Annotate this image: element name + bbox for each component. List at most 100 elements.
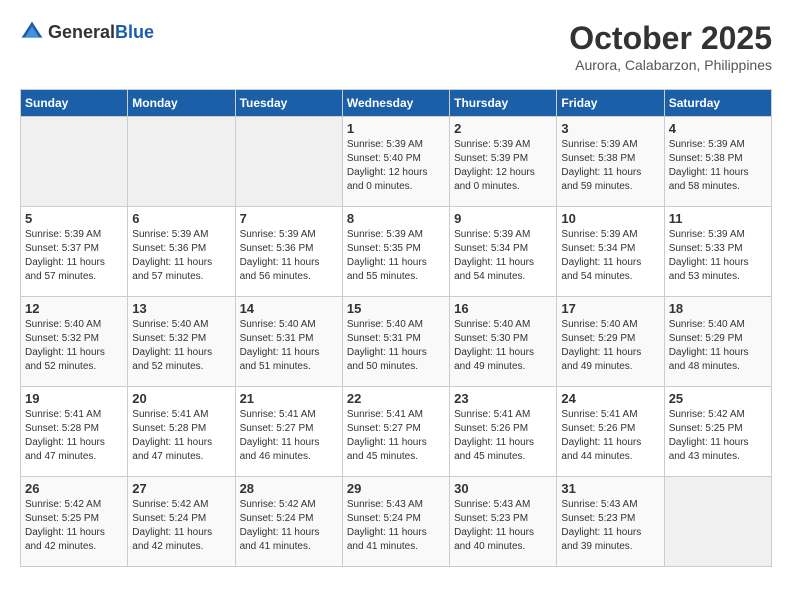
- day-info: Sunrise: 5:42 AMSunset: 5:25 PMDaylight:…: [25, 499, 105, 552]
- day-cell: 7Sunrise: 5:39 AMSunset: 5:36 PMDaylight…: [235, 207, 342, 297]
- day-info: Sunrise: 5:41 AMSunset: 5:27 PMDaylight:…: [347, 409, 427, 462]
- day-info: Sunrise: 5:42 AMSunset: 5:24 PMDaylight:…: [132, 499, 212, 552]
- day-info: Sunrise: 5:40 AMSunset: 5:31 PMDaylight:…: [240, 319, 320, 372]
- day-number: 22: [347, 391, 445, 406]
- day-info: Sunrise: 5:40 AMSunset: 5:31 PMDaylight:…: [347, 319, 427, 372]
- day-number: 16: [454, 301, 552, 316]
- day-number: 8: [347, 211, 445, 226]
- day-number: 19: [25, 391, 123, 406]
- day-info: Sunrise: 5:40 AMSunset: 5:30 PMDaylight:…: [454, 319, 534, 372]
- day-cell: 19 Sunrise: 5:41 AMSunset: 5:28 PMDayligh…: [21, 387, 128, 477]
- day-info: Sunrise: 5:42 AMSunset: 5:24 PMDaylight:…: [240, 499, 320, 552]
- day-info: Sunrise: 5:39 AMSunset: 5:36 PMDaylight:…: [132, 229, 212, 282]
- day-number: 13: [132, 301, 230, 316]
- logo-icon: [20, 20, 44, 44]
- day-number: 9: [454, 211, 552, 226]
- header-friday: Friday: [557, 90, 664, 117]
- day-cell: 21 Sunrise: 5:41 AMSunset: 5:27 PMDayligh…: [235, 387, 342, 477]
- day-info: Sunrise: 5:41 AMSunset: 5:27 PMDaylight:…: [240, 409, 320, 462]
- day-cell: 11Sunrise: 5:39 AMSunset: 5:33 PMDayligh…: [664, 207, 771, 297]
- header-monday: Monday: [128, 90, 235, 117]
- day-cell: 16 Sunrise: 5:40 AMSunset: 5:30 PMDayligh…: [450, 297, 557, 387]
- day-info: Sunrise: 5:39 AMSunset: 5:33 PMDaylight:…: [669, 229, 749, 282]
- day-number: 1: [347, 121, 445, 136]
- day-number: 26: [25, 481, 123, 496]
- day-number: 5: [25, 211, 123, 226]
- day-cell: 14 Sunrise: 5:40 AMSunset: 5:31 PMDayligh…: [235, 297, 342, 387]
- day-number: 24: [561, 391, 659, 406]
- day-cell: 6 Sunrise: 5:39 AMSunset: 5:36 PMDaylight…: [128, 207, 235, 297]
- day-info: Sunrise: 5:42 AMSunset: 5:25 PMDaylight:…: [669, 409, 749, 462]
- day-number: 29: [347, 481, 445, 496]
- day-number: 6: [132, 211, 230, 226]
- day-info: Sunrise: 5:39 AMSunset: 5:40 PMDaylight:…: [347, 139, 428, 192]
- day-cell: 17 Sunrise: 5:40 AMSunset: 5:29 PMDayligh…: [557, 297, 664, 387]
- week-row-1: 1 Sunrise: 5:39 AMSunset: 5:40 PMDaylight…: [21, 117, 772, 207]
- day-cell: 26 Sunrise: 5:42 AMSunset: 5:25 PMDayligh…: [21, 477, 128, 567]
- logo: GeneralBlue: [20, 20, 154, 44]
- day-cell: 23Sunrise: 5:41 AMSunset: 5:26 PMDayligh…: [450, 387, 557, 477]
- day-cell: 28Sunrise: 5:42 AMSunset: 5:24 PMDayligh…: [235, 477, 342, 567]
- logo-text: GeneralBlue: [48, 22, 154, 43]
- day-number: 23: [454, 391, 552, 406]
- day-cell: 18Sunrise: 5:40 AMSunset: 5:29 PMDayligh…: [664, 297, 771, 387]
- day-info: Sunrise: 5:39 AMSunset: 5:38 PMDaylight:…: [561, 139, 641, 192]
- day-cell: 27Sunrise: 5:42 AMSunset: 5:24 PMDayligh…: [128, 477, 235, 567]
- day-number: 30: [454, 481, 552, 496]
- calendar-header: Sunday Monday Tuesday Wednesday Thursday…: [21, 90, 772, 117]
- calendar-body: 1 Sunrise: 5:39 AMSunset: 5:40 PMDaylight…: [21, 117, 772, 567]
- day-number: 31: [561, 481, 659, 496]
- day-cell: [128, 117, 235, 207]
- day-cell: [664, 477, 771, 567]
- month-title: October 2025: [569, 20, 772, 57]
- day-cell: 8Sunrise: 5:39 AMSunset: 5:35 PMDaylight…: [342, 207, 449, 297]
- day-info: Sunrise: 5:41 AMSunset: 5:28 PMDaylight:…: [25, 409, 105, 462]
- header-thursday: Thursday: [450, 90, 557, 117]
- week-row-2: 5 Sunrise: 5:39 AMSunset: 5:37 PMDaylight…: [21, 207, 772, 297]
- day-info: Sunrise: 5:40 AMSunset: 5:29 PMDaylight:…: [561, 319, 641, 372]
- day-number: 15: [347, 301, 445, 316]
- day-number: 14: [240, 301, 338, 316]
- week-row-3: 12 Sunrise: 5:40 AMSunset: 5:32 PMDayligh…: [21, 297, 772, 387]
- day-cell: 5 Sunrise: 5:39 AMSunset: 5:37 PMDaylight…: [21, 207, 128, 297]
- day-cell: 13 Sunrise: 5:40 AMSunset: 5:32 PMDayligh…: [128, 297, 235, 387]
- day-cell: 20Sunrise: 5:41 AMSunset: 5:28 PMDayligh…: [128, 387, 235, 477]
- day-info: Sunrise: 5:43 AMSunset: 5:23 PMDaylight:…: [454, 499, 534, 552]
- weekday-row: Sunday Monday Tuesday Wednesday Thursday…: [21, 90, 772, 117]
- day-number: 21: [240, 391, 338, 406]
- day-info: Sunrise: 5:40 AMSunset: 5:32 PMDaylight:…: [132, 319, 212, 372]
- day-number: 3: [561, 121, 659, 136]
- day-cell: 29Sunrise: 5:43 AMSunset: 5:24 PMDayligh…: [342, 477, 449, 567]
- day-info: Sunrise: 5:40 AMSunset: 5:32 PMDaylight:…: [25, 319, 105, 372]
- day-number: 12: [25, 301, 123, 316]
- day-number: 4: [669, 121, 767, 136]
- day-cell: 22 Sunrise: 5:41 AMSunset: 5:27 PMDayligh…: [342, 387, 449, 477]
- day-cell: 30 Sunrise: 5:43 AMSunset: 5:23 PMDayligh…: [450, 477, 557, 567]
- day-cell: 10Sunrise: 5:39 AMSunset: 5:34 PMDayligh…: [557, 207, 664, 297]
- day-cell: 9Sunrise: 5:39 AMSunset: 5:34 PMDaylight…: [450, 207, 557, 297]
- day-info: Sunrise: 5:41 AMSunset: 5:26 PMDaylight:…: [561, 409, 641, 462]
- day-cell: 12 Sunrise: 5:40 AMSunset: 5:32 PMDayligh…: [21, 297, 128, 387]
- day-number: 18: [669, 301, 767, 316]
- day-number: 10: [561, 211, 659, 226]
- day-cell: 4Sunrise: 5:39 AMSunset: 5:38 PMDaylight…: [664, 117, 771, 207]
- day-number: 17: [561, 301, 659, 316]
- day-number: 25: [669, 391, 767, 406]
- day-info: Sunrise: 5:39 AMSunset: 5:37 PMDaylight:…: [25, 229, 105, 282]
- header-wednesday: Wednesday: [342, 90, 449, 117]
- day-info: Sunrise: 5:39 AMSunset: 5:39 PMDaylight:…: [454, 139, 535, 192]
- day-cell: 2Sunrise: 5:39 AMSunset: 5:39 PMDaylight…: [450, 117, 557, 207]
- header-saturday: Saturday: [664, 90, 771, 117]
- week-row-4: 19 Sunrise: 5:41 AMSunset: 5:28 PMDayligh…: [21, 387, 772, 477]
- page-header: GeneralBlue October 2025 Aurora, Calabar…: [20, 20, 772, 73]
- day-cell: 25 Sunrise: 5:42 AMSunset: 5:25 PMDayligh…: [664, 387, 771, 477]
- week-row-5: 26 Sunrise: 5:42 AMSunset: 5:25 PMDayligh…: [21, 477, 772, 567]
- calendar-table: Sunday Monday Tuesday Wednesday Thursday…: [20, 89, 772, 567]
- day-cell: 31Sunrise: 5:43 AMSunset: 5:23 PMDayligh…: [557, 477, 664, 567]
- title-block: October 2025 Aurora, Calabarzon, Philipp…: [569, 20, 772, 73]
- logo-general: General: [48, 22, 115, 42]
- day-cell: 24 Sunrise: 5:41 AMSunset: 5:26 PMDayligh…: [557, 387, 664, 477]
- day-cell: 15 Sunrise: 5:40 AMSunset: 5:31 PMDayligh…: [342, 297, 449, 387]
- day-info: Sunrise: 5:41 AMSunset: 5:28 PMDaylight:…: [132, 409, 212, 462]
- day-cell: [235, 117, 342, 207]
